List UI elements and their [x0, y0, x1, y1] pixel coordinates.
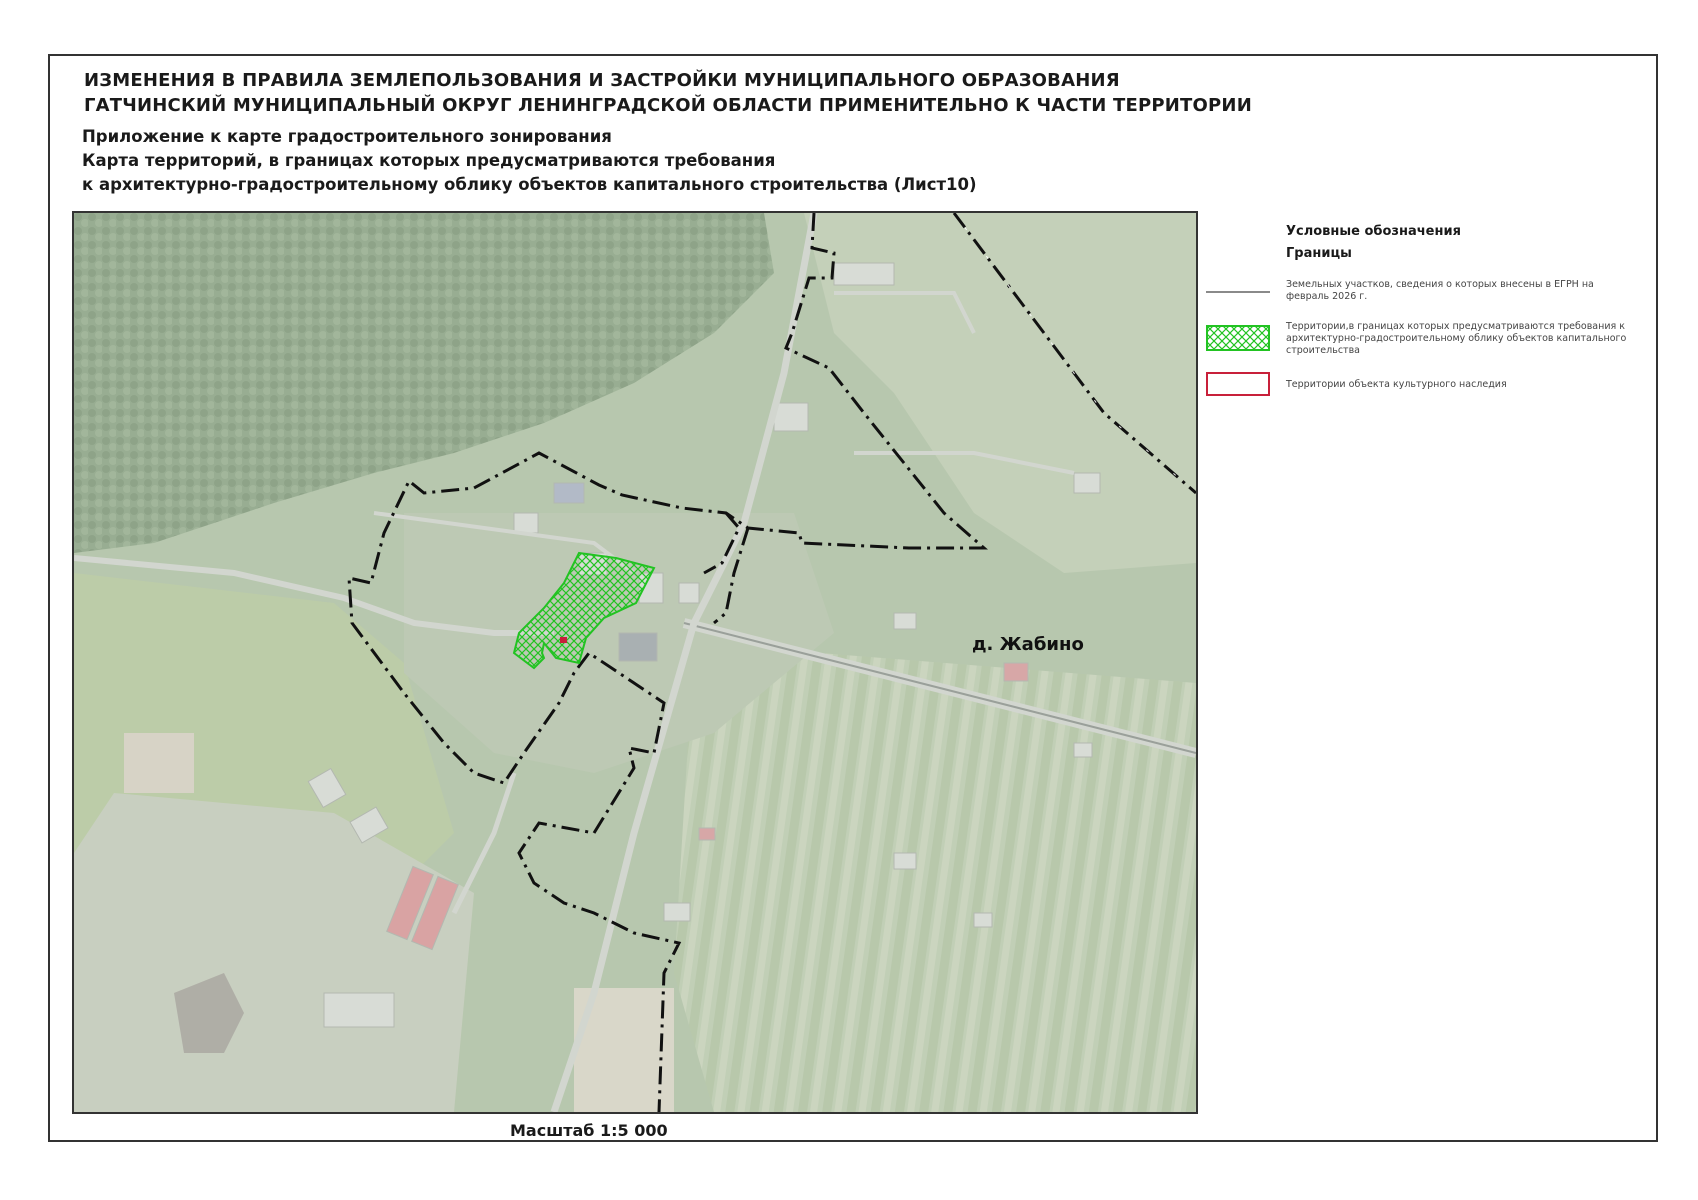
document-title-line-1: ИЗМЕНЕНИЯ В ПРАВИЛА ЗЕМЛЕПОЛЬЗОВАНИЯ И З…: [84, 70, 1120, 91]
document-title-line-2: ГАТЧИНСКИЙ МУНИЦИПАЛЬНЫЙ ОКРУГ ЛЕНИНГРАД…: [84, 95, 1252, 116]
garden-plots: [674, 643, 1196, 1112]
legend-title: Условные обозначения: [1286, 224, 1461, 239]
quarry: [124, 733, 194, 793]
legend-symbol-red-outline: [1206, 372, 1270, 396]
scale-label: Масштаб 1:5 000: [510, 1121, 668, 1140]
satellite-map: [74, 213, 1196, 1112]
legend-symbol-parcel-line: [1206, 291, 1270, 293]
legend-subtitle: Границы: [1286, 246, 1352, 261]
heritage-object[interactable]: [560, 637, 567, 643]
subtitle-line-2: Карта территорий, в границах которых пре…: [82, 151, 776, 170]
place-label-zhabino: д. Жабино: [972, 634, 1084, 655]
legend-item-parcels: Земельных участков, сведения о которых в…: [1286, 279, 1594, 302]
subtitle-line-3: к архитектурно-градостроительному облику…: [82, 175, 977, 194]
legend-item-heritage: Территории объекта культурного наследия: [1286, 379, 1507, 390]
legend-item-territories: Территории,в границах которых предусматр…: [1286, 321, 1627, 356]
map-frame[interactable]: [72, 211, 1198, 1114]
subtitle-line-1: Приложение к карте градостроительного зо…: [82, 127, 612, 146]
legend-symbol-green-hatch: [1206, 325, 1270, 351]
